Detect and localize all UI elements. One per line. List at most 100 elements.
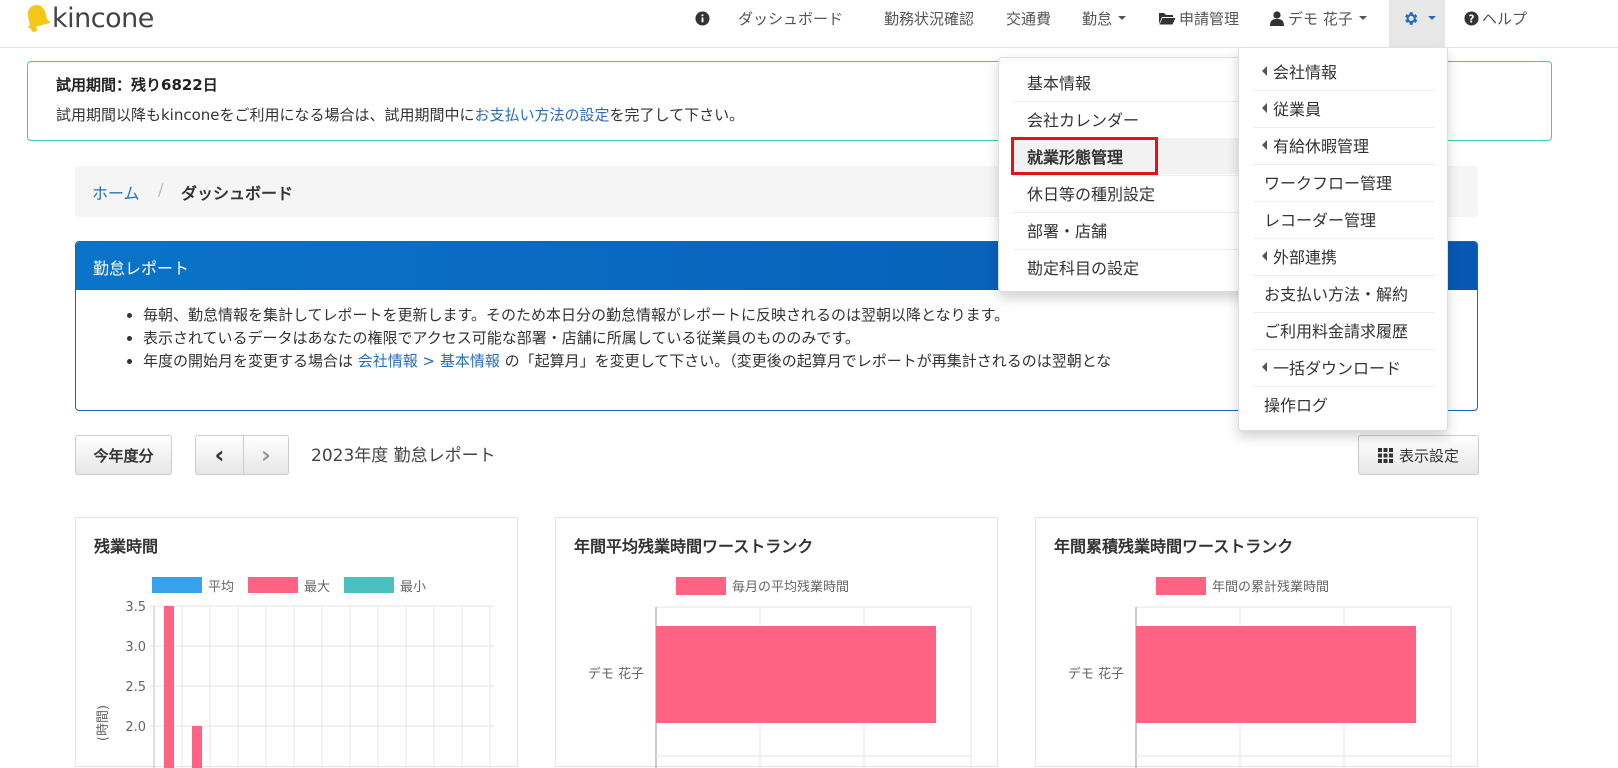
caret-left-icon: [1262, 251, 1267, 261]
nav-work-status[interactable]: 勤務状況確認: [884, 0, 974, 36]
settings-menu-item-label: 有給休暇管理: [1273, 137, 1370, 156]
breadcrumb-home[interactable]: ホーム: [92, 180, 140, 204]
settings-menu-item-label: 外部連携: [1273, 248, 1338, 267]
legend-swatch: [152, 577, 202, 593]
settings-menu-item[interactable]: ワークフロー管理: [1264, 164, 1392, 200]
trial-title: 試用期間：残り6822日: [56, 76, 218, 94]
settings-menu-item[interactable]: 操作ログ: [1264, 386, 1328, 422]
settings-menu-item-label: レコーダー管理: [1264, 211, 1377, 230]
folder-open-icon: [1159, 13, 1176, 25]
settings-menu-item[interactable]: 有給休暇管理: [1262, 127, 1370, 163]
settings-menu-item[interactable]: 従業員: [1262, 90, 1322, 126]
avg-overtime-rank-chart: 毎月の平均残業時間デモ 花子: [588, 577, 972, 768]
nav-dashboard[interactable]: ダッシュボード: [738, 0, 843, 36]
next-year-button[interactable]: ›: [243, 435, 289, 475]
category-label: デモ 花子: [1068, 666, 1124, 682]
nav-attendance-label: 勤怠: [1082, 9, 1113, 28]
legend-swatch: [344, 577, 394, 593]
settings-menu-item[interactable]: 会社情報: [1262, 53, 1338, 89]
settings-submenu-item[interactable]: 会社カレンダー: [1027, 101, 1139, 137]
y-tick-label: 3.0: [125, 640, 146, 655]
legend-swatch: [676, 577, 726, 595]
settings-menu-item[interactable]: レコーダー管理: [1264, 201, 1376, 237]
caret-down-icon: [1428, 16, 1436, 20]
nav-attendance[interactable]: 勤怠: [1082, 0, 1127, 36]
bar: [164, 606, 174, 768]
bar: [1136, 626, 1416, 723]
y-tick-label: 3.5: [125, 600, 146, 615]
company-info-submenu: 基本情報 会社カレンダー 就業形態管理 休日等の種別設定 部署・店舗 勘定科目の設定: [998, 57, 1251, 292]
gear-icon: [1405, 12, 1418, 25]
nav-transport[interactable]: 交通費: [1006, 0, 1051, 36]
settings-menu-item-label: 従業員: [1273, 100, 1322, 119]
report-note-3-after: の「起算月」を変更して下さい。（変更後の起算月でレポートが再集計されるのは翌朝と…: [499, 352, 1112, 370]
settings-menu-item-label: ご利用料金請求履歴: [1264, 322, 1409, 341]
total-overtime-rank-chart: 年間の累計残業時間デモ 花子: [1068, 577, 1452, 768]
prev-year-button[interactable]: ‹: [195, 435, 244, 475]
info-icon[interactable]: [695, 0, 710, 36]
trial-text-after: を完了して下さい。: [609, 106, 745, 124]
brand-logo[interactable]: kincone: [24, 0, 154, 36]
legend-swatch: [248, 577, 298, 593]
chevron-right-icon: ›: [261, 441, 271, 469]
overtime-chart-card: 残業時間 平均 最大 最小 3.5 3.0 2.5 2.0 (時間): [75, 517, 518, 768]
bar: [192, 726, 202, 768]
company-info-link[interactable]: 会社情報 > 基本情報: [358, 352, 500, 370]
legend-label: 年間の累計残業時間: [1212, 579, 1329, 595]
svg-text:?: ?: [1469, 13, 1475, 25]
settings-menu-item-label: ワークフロー管理: [1264, 174, 1393, 193]
settings-menu-item-label: 会社情報: [1273, 63, 1338, 82]
nav-applications-label: 申請管理: [1179, 9, 1240, 28]
this-year-button[interactable]: 今年度分: [75, 435, 172, 475]
legend-swatch: [1156, 577, 1206, 595]
nav-user-menu[interactable]: デモ 花子: [1270, 0, 1367, 36]
grid-icon: [1377, 447, 1393, 463]
y-axis-label: (時間): [96, 705, 111, 741]
legend-label: 最小: [400, 580, 426, 595]
settings-menu-item[interactable]: 一括ダウンロード: [1262, 349, 1402, 385]
legend-label: 平均: [208, 580, 234, 595]
user-icon: [1270, 10, 1284, 26]
breadcrumb-separator: /: [158, 180, 164, 199]
report-year-label: 2023年度 勤怠レポート: [311, 446, 496, 466]
caret-left-icon: [1262, 362, 1267, 372]
caret-down-icon: [1118, 16, 1127, 20]
payment-settings-link[interactable]: お支払い方法の設定: [475, 106, 610, 124]
question-circle-icon: ?: [1464, 10, 1479, 26]
y-tick-label: 2.5: [125, 680, 146, 695]
y-tick-label: 2.0: [125, 720, 146, 735]
settings-menu-item-label: 一括ダウンロード: [1273, 359, 1402, 378]
display-settings-button[interactable]: 表示設定: [1358, 435, 1479, 475]
caret-down-icon: [1358, 16, 1367, 20]
settings-menu-toggle[interactable]: [1389, 0, 1445, 48]
settings-menu-item-label: お支払い方法・解約: [1264, 285, 1409, 304]
settings-submenu-item[interactable]: 勘定科目の設定: [1027, 249, 1139, 285]
legend-label: 最大: [304, 580, 330, 595]
settings-menu-item[interactable]: 外部連携: [1262, 238, 1338, 274]
settings-submenu-item[interactable]: 部署・店舗: [1027, 212, 1107, 248]
trial-message: 試用期間以降もkinconeをご利用になる場合は、試用期間中にお支払い方法の設定…: [56, 104, 744, 125]
total-overtime-rank-card: 年間累積残業時間ワーストランク 年間の累計残業時間 デモ 花子: [1035, 517, 1478, 768]
nav-help-label: ヘルプ: [1482, 9, 1528, 28]
report-note-3-before: 年度の開始月を変更する場合は: [143, 352, 358, 370]
caret-left-icon: [1262, 66, 1267, 76]
settings-submenu-item[interactable]: 休日等の種別設定: [1027, 175, 1155, 211]
avg-overtime-rank-card: 年間平均残業時間ワーストランク 毎月の平均残業時間 デモ 花子: [555, 517, 998, 768]
nav-help[interactable]: ? ヘルプ: [1464, 0, 1527, 36]
settings-menu-item-label: 操作ログ: [1264, 396, 1329, 415]
settings-submenu-item[interactable]: 基本情報: [1027, 64, 1091, 100]
breadcrumb-current: ダッシュボード: [181, 184, 294, 203]
category-label: デモ 花子: [588, 666, 644, 682]
navbar: kincone ダッシュボード 勤務状況確認 交通費 勤怠 申請管理 デモ 花子…: [0, 0, 1618, 48]
chevron-left-icon: ‹: [214, 441, 225, 469]
caret-left-icon: [1262, 140, 1267, 150]
nav-applications[interactable]: 申請管理: [1158, 0, 1239, 36]
settings-menu-item[interactable]: ご利用料金請求履歴: [1264, 312, 1408, 348]
settings-menu-item[interactable]: お支払い方法・解約: [1264, 275, 1408, 311]
bell-logo-icon: [27, 5, 50, 32]
settings-submenu-item[interactable]: 就業形態管理: [1027, 138, 1123, 174]
display-settings-label: 表示設定: [1398, 446, 1459, 465]
bar: [656, 626, 936, 723]
brand-name: kincone: [52, 2, 154, 34]
overtime-chart: 平均 最大 最小 3.5 3.0 2.5 2.0 (時間): [96, 577, 494, 768]
